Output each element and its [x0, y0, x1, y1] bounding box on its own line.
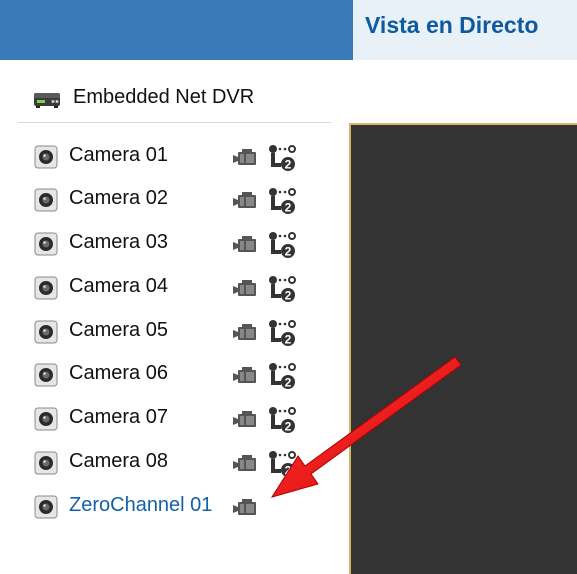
- channel-item[interactable]: Camera 07 2: [30, 403, 330, 437]
- ptz-icon[interactable]: 2: [268, 144, 298, 172]
- camera-icon: [34, 232, 58, 256]
- record-icon[interactable]: [232, 409, 260, 431]
- camera-icon: [34, 188, 58, 212]
- ptz-icon[interactable]: 2: [268, 362, 298, 390]
- device-tree-header[interactable]: Embedded Net DVR: [18, 80, 332, 123]
- record-icon[interactable]: [232, 234, 260, 256]
- channel-label: Camera 05: [69, 319, 168, 341]
- record-icon[interactable]: [232, 147, 260, 169]
- channel-label: Camera 07: [69, 406, 168, 428]
- channel-label: ZeroChannel 01: [69, 494, 213, 516]
- ptz-icon[interactable]: 2: [268, 319, 298, 347]
- channel-label: Camera 02: [69, 187, 168, 209]
- ptz-icon[interactable]: 2: [268, 450, 298, 478]
- channel-label: Camera 04: [69, 275, 168, 297]
- ptz-icon[interactable]: 2: [268, 406, 298, 434]
- svg-text:2: 2: [285, 201, 292, 215]
- record-icon[interactable]: [232, 322, 260, 344]
- device-name: Embedded Net DVR: [73, 86, 255, 108]
- svg-text:2: 2: [285, 289, 292, 303]
- ptz-icon[interactable]: 2: [268, 231, 298, 259]
- svg-text:2: 2: [285, 420, 292, 434]
- channel-item[interactable]: Camera 04 2: [30, 272, 330, 306]
- camera-icon: [34, 276, 58, 300]
- record-icon[interactable]: [232, 365, 260, 387]
- channel-item[interactable]: Camera 02 2: [30, 184, 330, 218]
- record-icon[interactable]: [232, 497, 260, 519]
- camera-icon: [34, 407, 58, 431]
- svg-text:2: 2: [285, 376, 292, 390]
- dvr-device-icon: [34, 93, 60, 108]
- record-icon[interactable]: [232, 278, 260, 300]
- svg-text:2: 2: [285, 158, 292, 172]
- camera-icon: [34, 320, 58, 344]
- record-icon[interactable]: [232, 453, 260, 475]
- channel-label: Camera 01: [69, 144, 168, 166]
- record-icon[interactable]: [232, 190, 260, 212]
- svg-text:2: 2: [285, 464, 292, 478]
- channel-label: Camera 08: [69, 450, 168, 472]
- channel-item[interactable]: Camera 08 2: [30, 447, 330, 481]
- camera-icon: [34, 451, 58, 475]
- ptz-icon[interactable]: 2: [268, 275, 298, 303]
- channel-item[interactable]: Camera 03 2: [30, 228, 330, 262]
- channel-item[interactable]: Camera 01 2: [30, 141, 330, 175]
- svg-text:2: 2: [285, 333, 292, 347]
- tab-vista-en-directo[interactable]: Vista en Directo: [353, 0, 577, 60]
- svg-text:2: 2: [285, 245, 292, 259]
- channel-label: Camera 03: [69, 231, 168, 253]
- channel-item[interactable]: Camera 05 2: [30, 316, 330, 350]
- channel-item[interactable]: Camera 06 2: [30, 359, 330, 393]
- video-view-panel[interactable]: [349, 123, 577, 574]
- camera-icon: [34, 363, 58, 387]
- camera-icon: [34, 145, 58, 169]
- ptz-icon[interactable]: 2: [268, 187, 298, 215]
- camera-icon: [34, 495, 58, 519]
- channel-label: Camera 06: [69, 362, 168, 384]
- channel-item[interactable]: ZeroChannel 01: [30, 491, 330, 525]
